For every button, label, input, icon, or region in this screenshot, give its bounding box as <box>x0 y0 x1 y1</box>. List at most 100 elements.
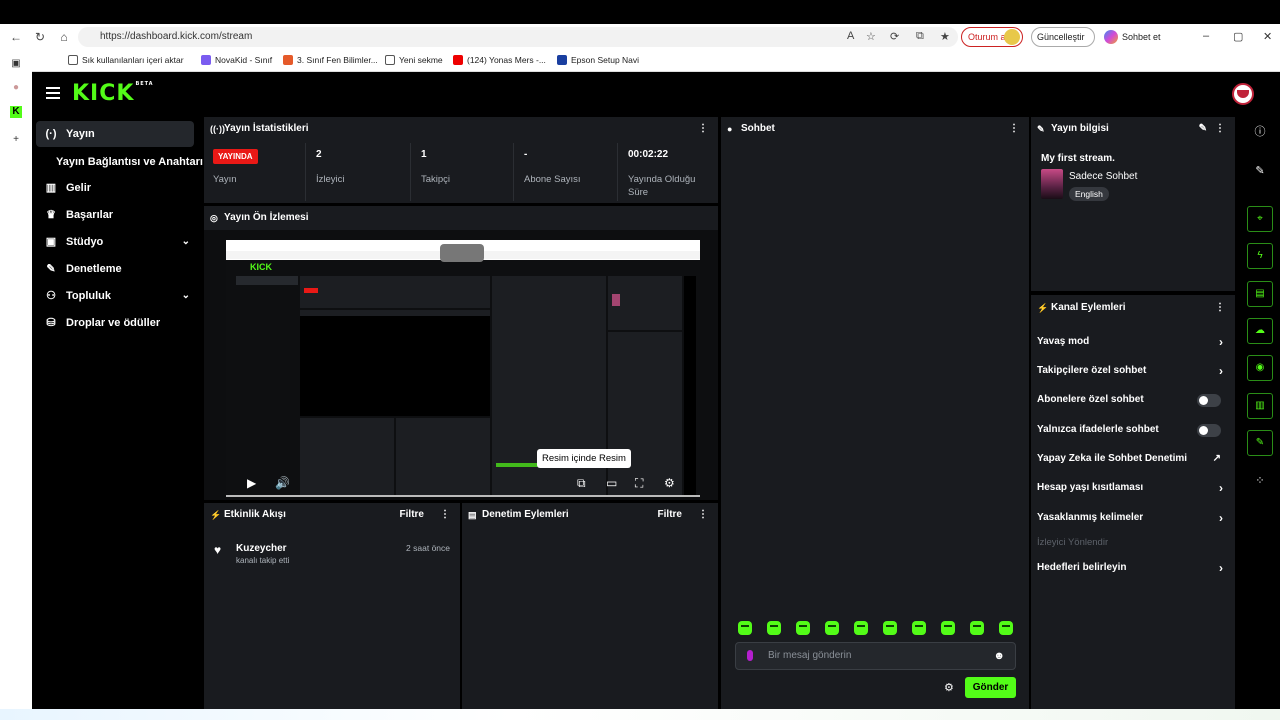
bookmark-item[interactable]: Sık kullanılanları içeri aktar <box>68 55 184 65</box>
panel-header: ● Sohbet ⋮ <box>721 117 1029 141</box>
broadcast-icon[interactable]: ◉ <box>1247 355 1273 381</box>
favorite-star-icon[interactable]: ☆ <box>866 30 876 43</box>
maximize-icon[interactable]: ▢ <box>1233 30 1243 43</box>
tab-actions-icon[interactable]: ▣ <box>10 58 22 70</box>
more-options-icon[interactable]: ⋮ <box>440 503 450 527</box>
moderation-actions-panel: ▤ Denetim Eylemleri Filtre ⋮ <box>462 503 718 709</box>
split-screen-icon[interactable]: ⧉ <box>916 30 924 43</box>
subscribers-only-toggle[interactable] <box>1197 394 1221 407</box>
filter-button[interactable]: Filtre <box>400 503 424 527</box>
profile-avatar[interactable] <box>1232 83 1254 105</box>
copilot-chat-button[interactable]: Sohbet et <box>1100 27 1170 47</box>
emote-icon[interactable] <box>883 621 897 635</box>
more-options-icon[interactable]: ⋮ <box>698 117 708 141</box>
sidebar-item-drops[interactable]: ⛁ Droplar ve ödüller <box>36 310 194 336</box>
add-widget-icon[interactable]: ⁘ <box>1247 468 1273 494</box>
emote-icon[interactable] <box>999 621 1013 635</box>
focus-icon[interactable]: ⌖ <box>1247 206 1273 232</box>
close-icon[interactable]: ✕ <box>1263 30 1272 43</box>
followers-only-row[interactable]: Takipçilere özel sohbet › <box>1037 361 1223 381</box>
sidebar-item-stream-key[interactable]: Yayın Bağlantısı ve Anahtarı <box>56 156 203 168</box>
minimize-icon[interactable]: – <box>1203 30 1209 42</box>
new-tab-icon[interactable]: + <box>10 134 22 146</box>
tab-favicon-icon[interactable]: ● <box>10 82 22 94</box>
stream-stats-panel: ((·)) Yayın İstatistikleri ⋮ YAYINDA Yay… <box>204 117 718 203</box>
emote-icon[interactable] <box>738 621 752 635</box>
bookmark-item[interactable]: NovaKid - Sınıf <box>201 55 272 65</box>
category-thumbnail[interactable] <box>1041 169 1063 199</box>
ai-moderation-row[interactable]: Yapay Zeka ile Sohbet Denetimi ↗ <box>1037 449 1223 469</box>
home-icon[interactable]: ⌂ <box>57 30 71 44</box>
back-icon[interactable]: ← <box>9 30 23 44</box>
emoji-picker-icon[interactable]: ☻ <box>993 643 1005 669</box>
emote-icon[interactable] <box>912 621 926 635</box>
more-options-icon[interactable]: ⋮ <box>1215 117 1225 141</box>
moderation-icon[interactable]: ▥ <box>1247 393 1273 419</box>
chat-icon[interactable]: ☁ <box>1247 318 1273 344</box>
update-button[interactable]: Güncelleştir ⋯ <box>1031 27 1095 60</box>
info-icon[interactable]: ⓘ <box>1247 119 1273 145</box>
theater-mode-icon[interactable]: ▭ <box>606 476 617 490</box>
sidebar-item-community[interactable]: ⚇ Topluluk ⌄ <box>36 283 194 309</box>
banned-words-row[interactable]: Yasaklanmış kelimeler › <box>1037 508 1223 528</box>
favorites-icon[interactable]: ★ <box>940 30 950 43</box>
volume-icon[interactable]: 🔊 <box>275 476 290 490</box>
sign-in-button[interactable]: Oturum aç <box>961 27 1023 47</box>
emote-only-toggle[interactable] <box>1197 424 1221 437</box>
fullscreen-icon[interactable]: ⛶ <box>635 476 643 491</box>
picture-in-picture-icon[interactable]: ⧉ <box>577 476 586 491</box>
broadcast-icon: ((·)) <box>210 124 225 134</box>
refresh-icon[interactable]: ↻ <box>33 30 47 44</box>
microphone-icon[interactable] <box>747 650 753 661</box>
emote-icon[interactable] <box>970 621 984 635</box>
edit-layout-icon[interactable]: ✎ <box>1247 158 1273 184</box>
read-aloud-icon[interactable]: A <box>847 30 854 42</box>
sidebar-item-revenue[interactable]: ▥ Gelir <box>36 175 194 201</box>
preview-moderation <box>396 418 490 497</box>
sidebar-item-moderation[interactable]: ✎ Denetleme <box>36 256 194 282</box>
moderation-icon: ▤ <box>468 510 477 520</box>
filter-button[interactable]: Filtre <box>658 503 682 527</box>
video-progress-bar[interactable] <box>226 495 700 497</box>
chat-message-input[interactable]: Bir mesaj gönderin ☻ <box>735 642 1016 670</box>
slow-mode-row[interactable]: Yavaş mod › <box>1037 332 1223 352</box>
set-goals-row[interactable]: Hedefleri belirleyin › <box>1037 558 1223 578</box>
account-age-row[interactable]: Hesap yaşı kısıtlaması › <box>1037 478 1223 498</box>
bookmark-item[interactable]: Yeni sekme <box>385 55 443 65</box>
bookmark-item[interactable]: Epson Setup Navi <box>557 55 639 65</box>
chat-settings-icon[interactable]: ⚙ <box>944 681 954 694</box>
sidebar-item-achievements[interactable]: ♛ Başarılar <box>36 202 194 228</box>
kick-logo[interactable]: KICKBETA <box>72 81 154 106</box>
more-options-icon[interactable]: ⋮ <box>1215 295 1225 321</box>
emote-icon[interactable] <box>825 621 839 635</box>
more-options-icon[interactable]: ⋮ <box>698 503 708 527</box>
preview-icon: ◎ <box>210 213 218 223</box>
sidebar-item-studio[interactable]: ▣ Stüdyo ⌄ <box>36 229 194 255</box>
preview-info <box>608 276 682 330</box>
sidebar-item-stream[interactable]: (·) Yayın <box>36 121 194 147</box>
emote-icon[interactable] <box>941 621 955 635</box>
play-icon[interactable]: ▶ <box>247 476 256 490</box>
wrench-icon[interactable]: ✎ <box>1247 430 1273 456</box>
edit-pencil-icon[interactable]: ✎ <box>1199 117 1207 141</box>
bookmark-item[interactable]: 3. Sınıf Fen Bilimler... <box>283 55 378 65</box>
stream-category[interactable]: Sadece Sohbet <box>1069 171 1137 182</box>
lightning-icon[interactable]: ϟ <box>1247 243 1273 269</box>
panel-title: Yayın bilgisi <box>1051 123 1109 134</box>
live-badge: YAYINDA <box>213 149 258 164</box>
event-username[interactable]: Kuzeycher <box>236 543 287 554</box>
emote-icon[interactable] <box>854 621 868 635</box>
bookmark-item[interactable]: (124) Yonas Mers -... <box>453 55 546 65</box>
address-text: https://dashboard.kick.com/stream <box>100 31 253 42</box>
document-icon[interactable]: ▤ <box>1247 281 1273 307</box>
emote-icon[interactable] <box>767 621 781 635</box>
panel-header: ◎ Yayın Ön İzlemesi <box>204 206 718 230</box>
address-bar[interactable]: https://dashboard.kick.com/stream <box>78 27 958 47</box>
menu-icon[interactable] <box>46 87 60 99</box>
kick-tab-icon[interactable]: K <box>10 106 22 118</box>
emote-icon[interactable] <box>796 621 810 635</box>
send-button[interactable]: Gönder <box>965 677 1016 698</box>
settings-gear-icon[interactable]: ⚙ <box>664 476 675 490</box>
extensions-icon[interactable]: ⟳ <box>890 30 899 43</box>
more-options-icon[interactable]: ⋮ <box>1009 117 1019 141</box>
